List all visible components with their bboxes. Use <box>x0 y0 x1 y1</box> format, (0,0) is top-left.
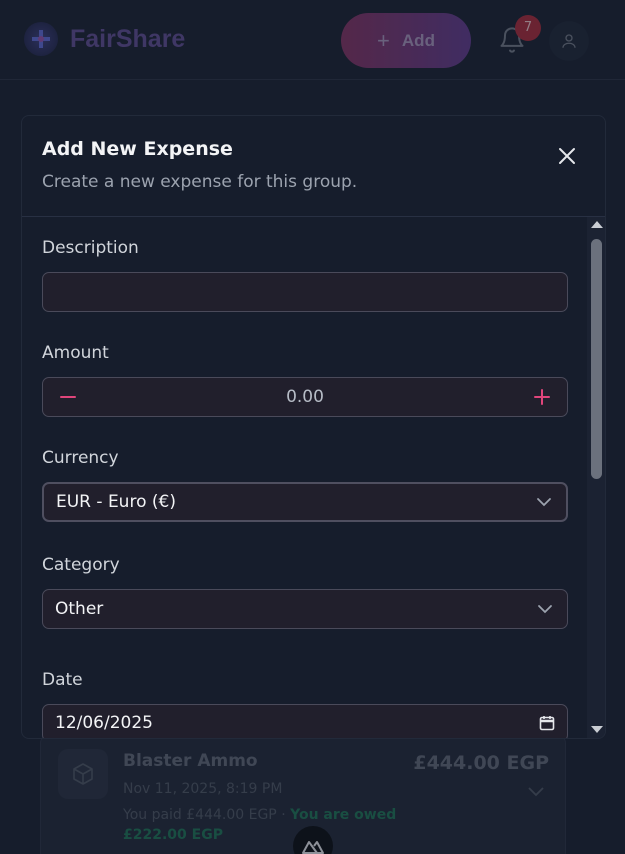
minus-icon <box>60 396 76 398</box>
close-icon <box>559 148 575 164</box>
description-input[interactable] <box>42 272 568 312</box>
category-selected-value: Other <box>55 599 104 619</box>
calendar-icon[interactable] <box>539 715 555 731</box>
currency-label: Currency <box>42 448 119 468</box>
chevron-down-icon <box>537 498 551 507</box>
amount-stepper[interactable]: 0.00 <box>42 377 568 417</box>
scroll-down-arrow-icon[interactable] <box>591 726 603 733</box>
amount-label: Amount <box>42 343 109 363</box>
date-label: Date <box>42 670 83 690</box>
chevron-down-icon <box>538 605 552 614</box>
date-value: 12/06/2025 <box>55 713 153 733</box>
dialog-title: Add New Expense <box>42 138 233 160</box>
plus-icon <box>533 389 550 405</box>
decrement-button[interactable] <box>55 384 81 410</box>
scrollbar-thumb[interactable] <box>591 239 602 479</box>
category-label: Category <box>42 555 120 575</box>
dialog-scrollbar[interactable] <box>587 217 605 738</box>
dialog-body: Description Amount 0.00 Currency EUR - E… <box>22 217 587 738</box>
increment-button[interactable] <box>529 384 555 410</box>
date-input[interactable]: 12/06/2025 <box>42 704 568 738</box>
close-button[interactable] <box>553 142 581 170</box>
scroll-up-arrow-icon[interactable] <box>591 221 603 228</box>
dialog-subtitle: Create a new expense for this group. <box>42 172 358 192</box>
amount-value[interactable]: 0.00 <box>286 387 324 407</box>
description-label: Description <box>42 238 139 258</box>
currency-selected-value: EUR - Euro (€) <box>56 492 176 512</box>
add-expense-dialog: Add New Expense Create a new expense for… <box>21 115 606 739</box>
dialog-header: Add New Expense Create a new expense for… <box>22 116 605 217</box>
category-select[interactable]: Other <box>42 589 568 629</box>
currency-select[interactable]: EUR - Euro (€) <box>42 482 568 522</box>
